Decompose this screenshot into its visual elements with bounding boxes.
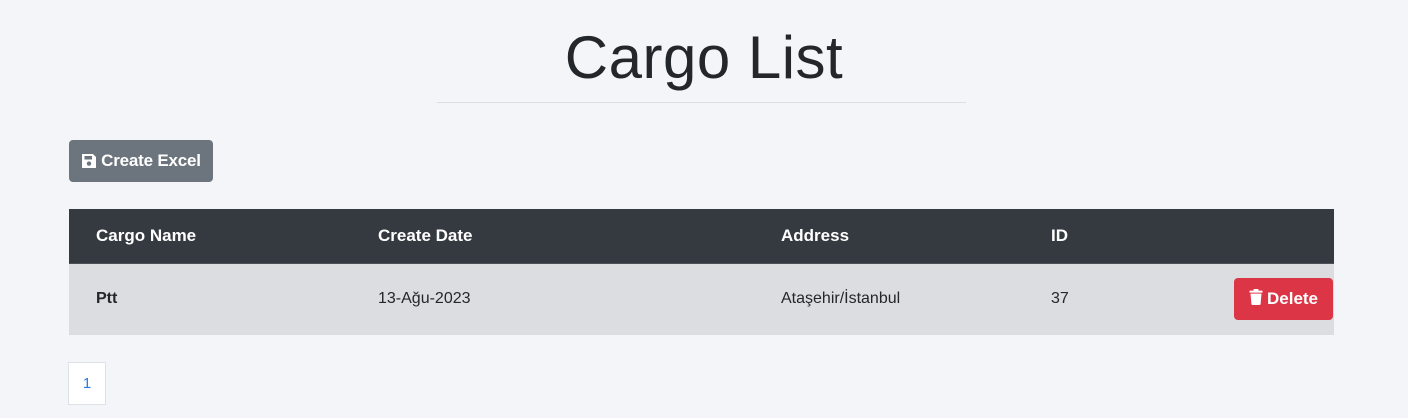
pagination: 1 xyxy=(68,362,106,405)
create-excel-button[interactable]: Create Excel xyxy=(69,140,213,182)
column-header-cargo-name: Cargo Name xyxy=(69,209,378,264)
cell-address: Ataşehir/İstanbul xyxy=(781,290,901,308)
column-header-id: ID xyxy=(1051,209,1234,264)
delete-label: Delete xyxy=(1266,289,1319,309)
title-area: Cargo List xyxy=(0,22,1408,94)
page-title: Cargo List xyxy=(564,24,844,91)
save-icon xyxy=(81,153,97,169)
column-header-address: Address xyxy=(781,209,1051,264)
cell-id: 37 xyxy=(1051,290,1069,308)
cargo-table-wrapper: Cargo Name Create Date Address ID Ptt 13… xyxy=(69,209,1334,335)
table-header: Cargo Name Create Date Address ID xyxy=(69,209,1334,264)
cell-cargo-name: Ptt xyxy=(96,290,118,308)
cargo-table: Cargo Name Create Date Address ID Ptt 13… xyxy=(69,209,1334,335)
pagination-page-1[interactable]: 1 xyxy=(68,362,106,405)
delete-button[interactable]: Delete xyxy=(1234,278,1333,321)
title-divider xyxy=(437,102,966,103)
cell-create-date: 13-Ağu-2023 xyxy=(378,290,471,308)
table-header-row: Cargo Name Create Date Address ID xyxy=(69,209,1334,264)
cell-actions: Delete xyxy=(1234,263,1334,335)
table-body: Ptt 13-Ağu-2023 Ataşehir/İstanbul 37 Del… xyxy=(69,263,1334,335)
column-header-actions xyxy=(1234,209,1334,264)
page: Cargo List Create Excel Cargo Name Creat… xyxy=(0,0,1408,418)
trash-icon xyxy=(1249,288,1263,310)
column-header-create-date: Create Date xyxy=(378,209,781,264)
table-row: Ptt 13-Ağu-2023 Ataşehir/İstanbul 37 Del… xyxy=(69,263,1334,335)
create-excel-label: Create Excel xyxy=(101,151,201,170)
